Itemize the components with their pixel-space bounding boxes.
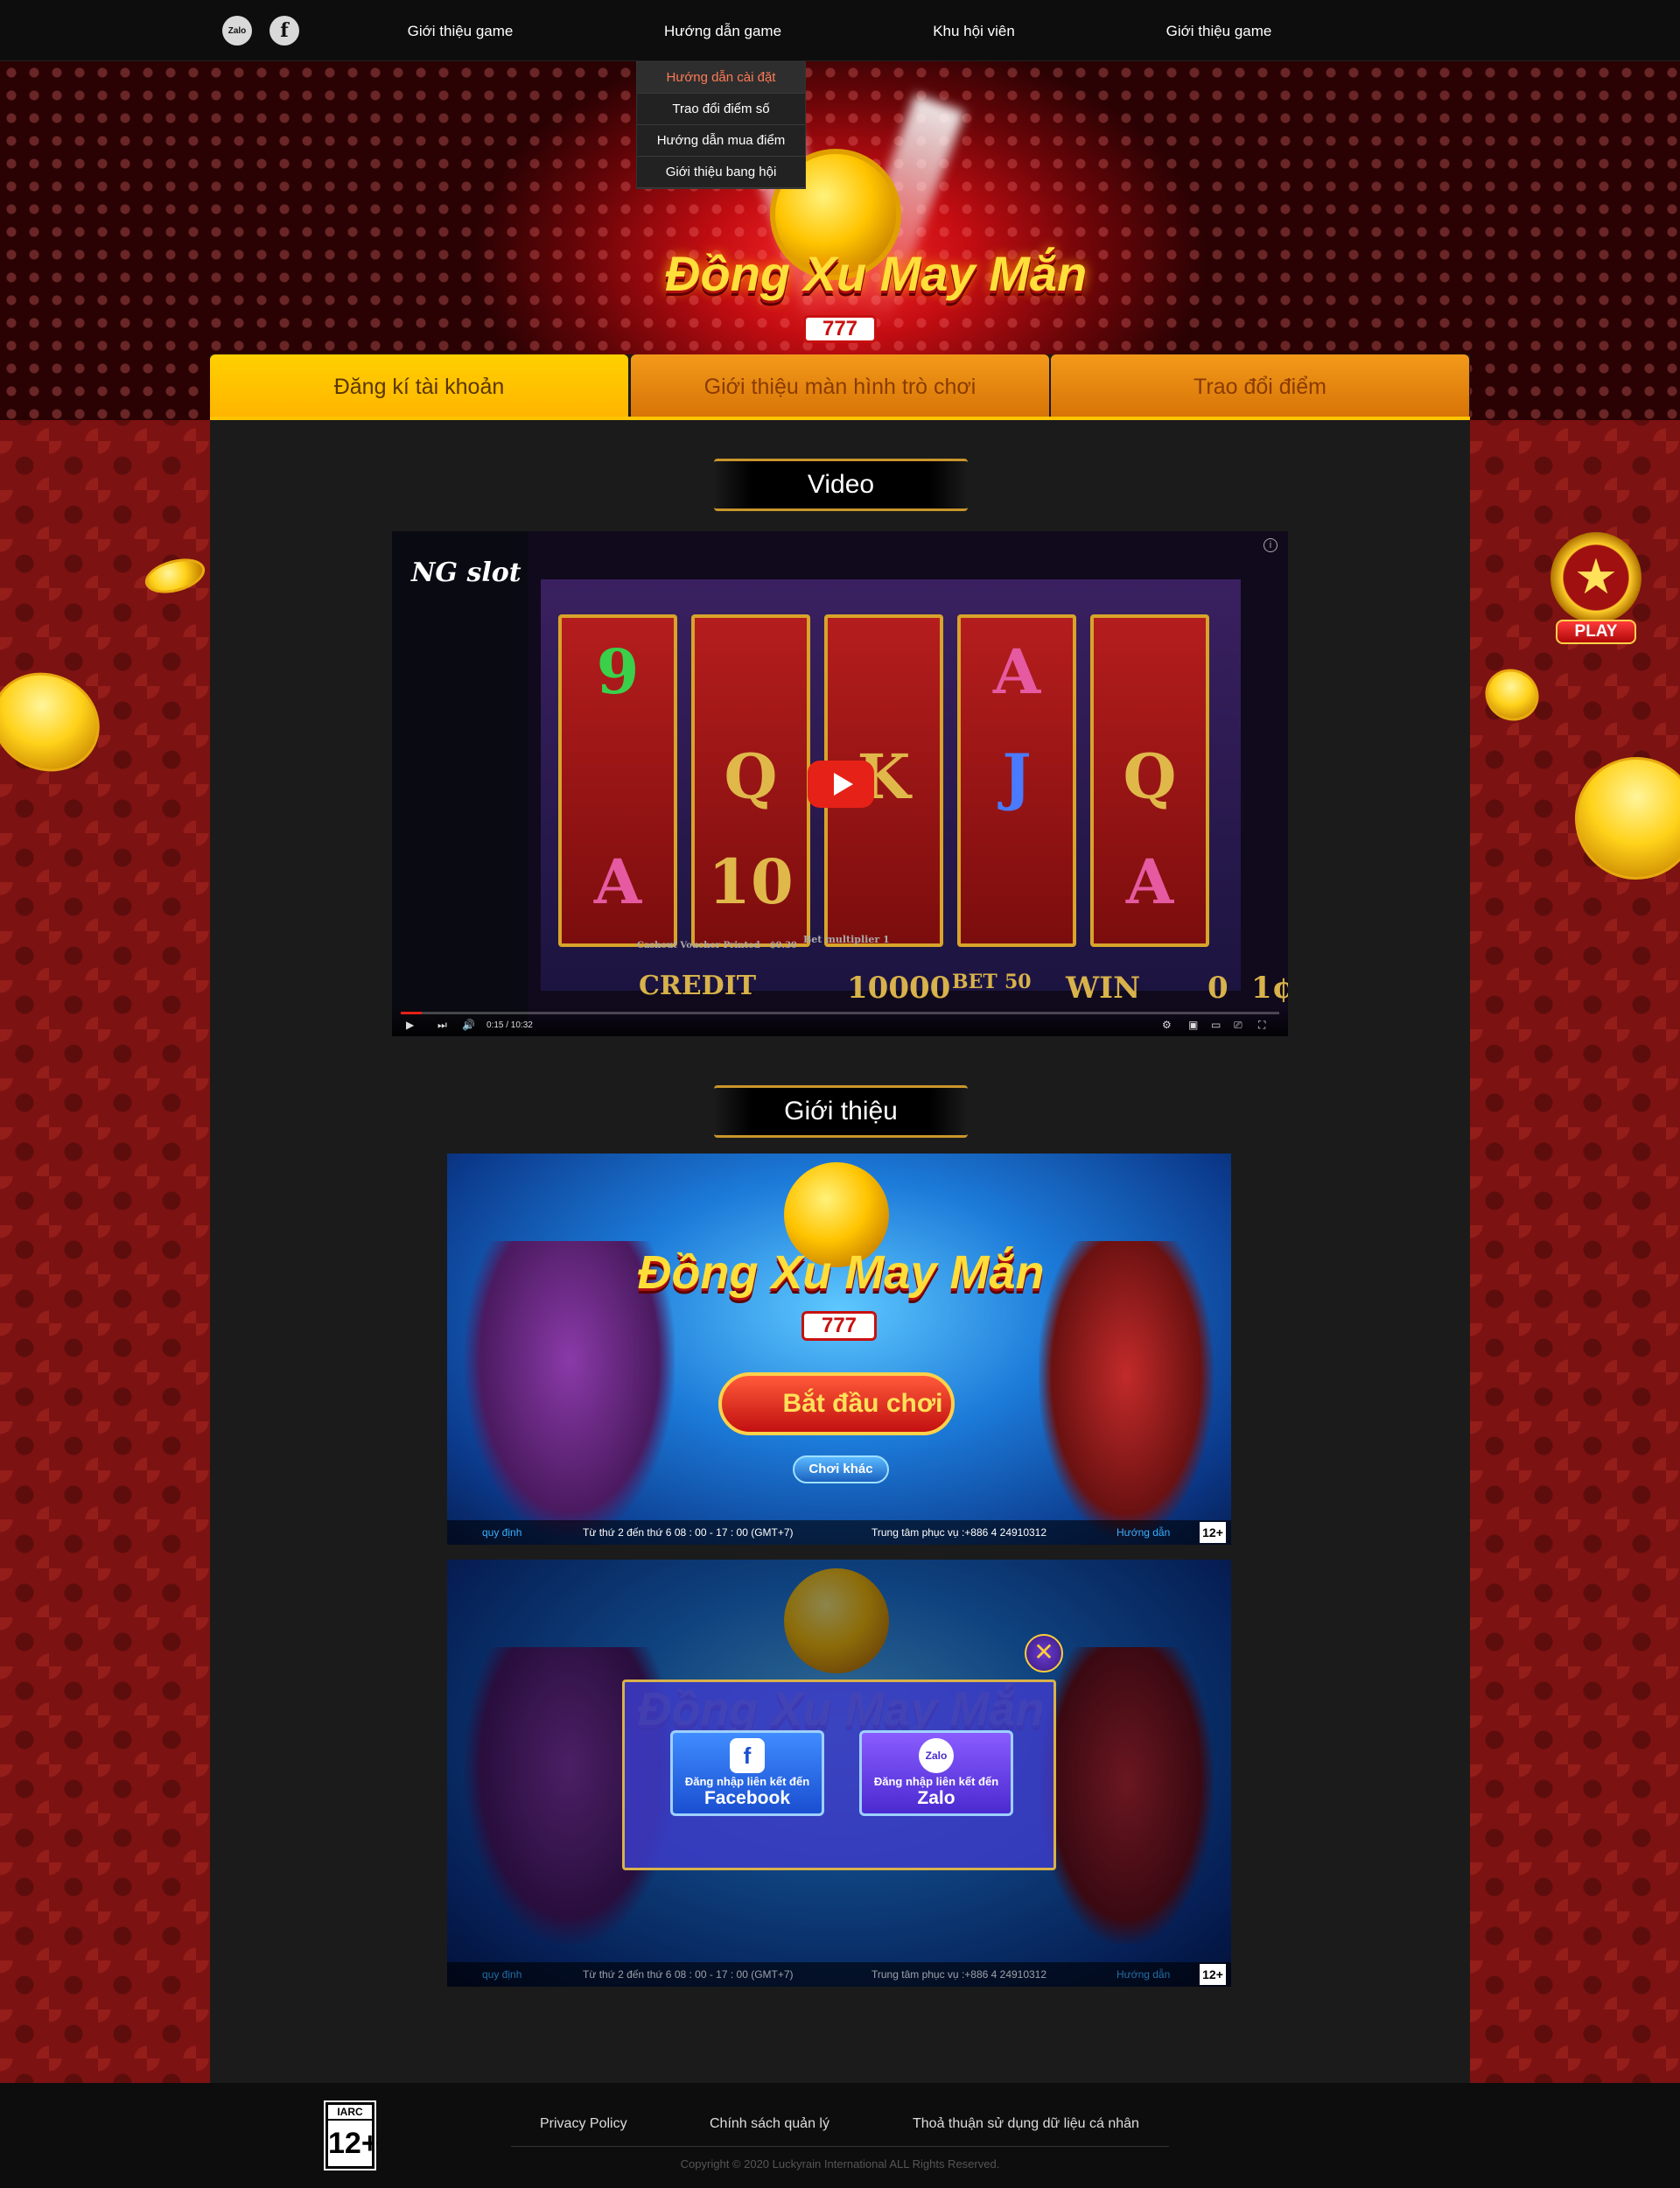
screenshot-777-badge: 777 (802, 1311, 877, 1341)
start-game-button: Bắt đầu chơi (718, 1372, 955, 1435)
game-screenshot-login: Đồng Xu May Mắn f Đăng nhập liên kết đến… (447, 1560, 1231, 1987)
play-now-badge[interactable]: ★ PLAY (1545, 532, 1647, 646)
dropdown-item-guild-intro[interactable]: Giới thiệu bang hội (637, 157, 805, 188)
reel-symbol: A (593, 845, 642, 918)
intro-section-title: Giới thiệu (714, 1085, 968, 1138)
progress-fill (401, 1012, 423, 1014)
other-game-button: Chơi khác (793, 1455, 889, 1483)
settings-icon[interactable]: ⚙ (1162, 1019, 1172, 1031)
reel-symbol: A (1125, 845, 1174, 918)
facebook-icon[interactable]: f (270, 16, 299, 46)
video-time: 0:15 / 10:32 (486, 1020, 533, 1030)
star-icon: ★ (1573, 549, 1619, 604)
iarc-label: IARC (328, 2105, 372, 2121)
bet-label: BET (952, 971, 998, 993)
video-progress-bar[interactable] (401, 1012, 1279, 1014)
dropdown-item-exchange-points[interactable]: Trao đổi điểm số (637, 94, 805, 125)
theater-icon[interactable]: ▭ (1211, 1019, 1221, 1031)
tab-exchange-points[interactable]: Trao đổi điểm (1051, 354, 1469, 419)
support-phone: Trung tâm phục vụ :+886 4 24910312 (872, 1968, 1047, 1981)
age-rating-badge: 12+ (1200, 1522, 1226, 1543)
facebook-login-line2: Facebook (704, 1788, 791, 1808)
support-phone: Trung tâm phục vụ :+886 4 24910312 (872, 1526, 1047, 1539)
zalo-icon[interactable]: Zalo (222, 16, 252, 46)
rules-link: quy định (482, 1968, 522, 1981)
cast-icon[interactable]: ⎚ (1234, 1019, 1242, 1032)
data-agreement-link[interactable]: Thoả thuận sử dụng dữ liệu cá nhân (913, 2116, 1139, 2132)
reel-symbol: 9 (596, 635, 640, 708)
nav-item-game-guide[interactable]: Hướng dẫn game (664, 23, 781, 40)
nav-item-member-area[interactable]: Khu hội viên (933, 23, 1015, 40)
privacy-policy-link[interactable]: Privacy Policy (540, 2116, 627, 2132)
reel-symbol: A (992, 635, 1041, 708)
volume-icon[interactable]: 🔊 (462, 1019, 475, 1031)
win-label: WIN (1066, 971, 1141, 1006)
management-policy-link[interactable]: Chính sách quản lý (710, 2116, 830, 2132)
close-icon: ✕ (1025, 1634, 1063, 1673)
login-modal: f Đăng nhập liên kết đến Facebook Zalo Đ… (622, 1680, 1056, 1870)
dropdown-item-install-guide[interactable]: Hướng dẫn cài đặt (637, 62, 805, 94)
miniplayer-icon[interactable]: ▣ (1188, 1019, 1198, 1031)
voucher-text: Cashout Voucher Printed - $0.30 (637, 941, 797, 950)
screenshot-info-strip: quy định Từ thứ 2 đến thứ 6 08 : 00 - 17… (447, 1520, 1231, 1545)
support-hours: Từ thứ 2 đến thứ 6 08 : 00 - 17 : 00 (GM… (583, 1968, 794, 1981)
next-icon[interactable]: ⏭ (438, 1019, 447, 1032)
game-screenshot-home: Đồng Xu May Mắn 777 Bắt đầu chơi Chơi kh… (447, 1154, 1231, 1545)
page-footer: IARC 12+ Privacy Policy Chính sách quản … (0, 2083, 1680, 2188)
credit-label: CREDIT (639, 971, 757, 1001)
guide-link: Hướng dẫn (1116, 1526, 1171, 1539)
zalo-login-button: Zalo Đăng nhập liên kết đến Zalo (859, 1730, 1013, 1816)
nav-item-game-intro[interactable]: Giới thiệu game (408, 23, 514, 40)
facebook-login-line1: Đăng nhập liên kết đến (684, 1775, 810, 1788)
zalo-icon: Zalo (919, 1738, 954, 1773)
video-section-title: Video (714, 459, 968, 511)
slot-reels: 9 A Q 10 K A J Q A (541, 579, 1241, 991)
copyright-text: Copyright © 2020 Luckyrain International… (680, 2157, 1000, 2170)
tab-register[interactable]: Đăng kí tài khoản (210, 354, 628, 419)
bet-value: 50 (1004, 971, 1032, 993)
youtube-play-button[interactable] (808, 761, 874, 808)
screenshot-info-strip: quy định Từ thứ 2 đến thứ 6 08 : 00 - 17… (447, 1962, 1231, 1987)
credit-value: 10000 (847, 971, 951, 1006)
denomination: 1¢ (1251, 971, 1288, 1006)
facebook-login-button: f Đăng nhập liên kết đến Facebook (670, 1730, 824, 1816)
tab-game-screen-intro[interactable]: Giới thiệu màn hình trò chơi (631, 354, 1049, 419)
logo-title: Đồng Xu May Mắn (665, 246, 1088, 301)
support-hours: Từ thứ 2 đến thứ 6 08 : 00 - 17 : 00 (GM… (583, 1526, 794, 1539)
age-rating-badge: 12+ (1200, 1964, 1226, 1985)
guide-dropdown-menu: Hướng dẫn cài đặt Trao đổi điểm số Hướng… (636, 61, 806, 189)
screenshot-game-title: Đồng Xu May Mắn (637, 1246, 1045, 1299)
rules-link: quy định (482, 1526, 522, 1539)
zalo-login-line1: Đăng nhập liên kết đến (873, 1775, 999, 1788)
dropdown-item-buy-points-guide[interactable]: Hướng dẫn mua điểm (637, 125, 805, 157)
reel-symbol: 10 (708, 845, 794, 918)
info-icon[interactable]: i (1264, 538, 1278, 552)
play-label: PLAY (1556, 620, 1636, 644)
slot-hud: Cashout Voucher Printed - $0.30 Bet mult… (523, 934, 1288, 1013)
reel: 9 A (558, 614, 677, 947)
tab-underline (210, 417, 1470, 420)
play-icon[interactable]: ▶ (406, 1019, 414, 1031)
facebook-icon: f (730, 1738, 765, 1773)
zalo-login-line2: Zalo (917, 1788, 956, 1808)
reel-symbol: Q (724, 740, 778, 813)
guide-link: Hướng dẫn (1116, 1968, 1171, 1981)
channel-watermark: NG slot (411, 558, 522, 588)
reel: A J (957, 614, 1076, 947)
logo-777-badge: 777 (803, 315, 877, 343)
reel: Q 10 (691, 614, 810, 947)
fullscreen-icon[interactable]: ⛶ (1258, 1019, 1265, 1032)
reel-symbol: J (1002, 740, 1032, 813)
video-side-strip (392, 531, 528, 1036)
bet-multiplier: Bet multiplier 1 (803, 934, 890, 945)
video-controls: ▶ ⏭ 🔊 0:15 / 10:32 ⚙ ▣ ▭ ⎚ ⛶ (392, 1008, 1288, 1036)
top-nav: Zalo f Giới thiệu game Hướng dẫn game Kh… (0, 0, 1680, 61)
footer-divider (511, 2146, 1169, 2147)
reel-symbol: Q (1123, 740, 1177, 813)
reel: Q A (1090, 614, 1209, 947)
nav-item-game-intro-2[interactable]: Giới thiệu game (1166, 23, 1272, 40)
win-value: 0 (1208, 971, 1228, 1006)
video-player[interactable]: NG slot 9 A Q 10 K A J Q A Cashout Vouch… (392, 531, 1288, 1036)
